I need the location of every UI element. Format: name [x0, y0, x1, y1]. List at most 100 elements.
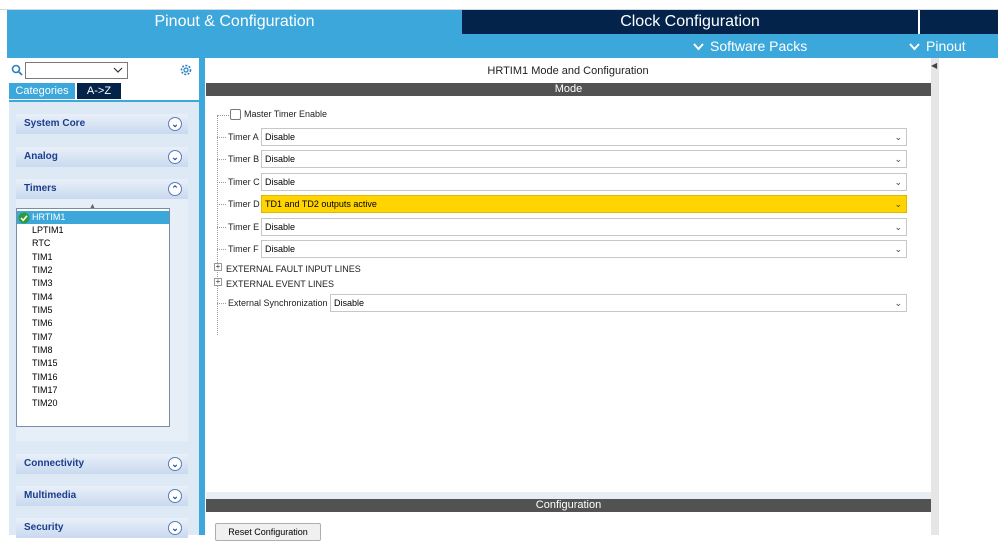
chevron-double-down-icon[interactable]: ⌄: [168, 521, 182, 535]
timer-f-value: Disable: [265, 244, 296, 254]
list-item-label: RTC: [32, 238, 51, 248]
search-input[interactable]: [25, 62, 128, 79]
timer-b-label: Timer B: [228, 154, 260, 164]
chevron-down-icon: ⌄: [894, 132, 902, 142]
scroll-up-icon[interactable]: ▲: [89, 203, 96, 210]
expand-plus-icon[interactable]: +: [214, 278, 222, 286]
list-item[interactable]: TIM17: [17, 384, 169, 397]
timer-d-select[interactable]: TD1 and TD2 outputs active ⌄: [261, 195, 907, 213]
collapse-arrow-icon[interactable]: ◀: [931, 60, 939, 72]
category-analog[interactable]: Analog ⌄: [16, 147, 188, 167]
timer-d-label: Timer D: [228, 199, 260, 209]
list-item[interactable]: TIM2: [17, 264, 169, 277]
chevron-down-icon: [113, 67, 123, 73]
splitter[interactable]: [206, 492, 931, 499]
chevron-down-icon: ⌄: [894, 199, 902, 209]
tree-line: [217, 227, 226, 228]
list-item[interactable]: TIM5: [17, 304, 169, 317]
timer-f-select[interactable]: Disable ⌄: [261, 240, 907, 258]
list-item[interactable]: TIM16: [17, 371, 169, 384]
timers-list[interactable]: ▲ HRTIM1 LPTIM1 RTC TIM1 TIM2 TIM3 TIM4 …: [16, 203, 170, 427]
tree-line: [217, 249, 226, 250]
chevron-down-icon: ⌄: [894, 177, 902, 187]
top-strip: [0, 0, 998, 10]
main-tab-bar: Pinout & Configuration Clock Configurati…: [7, 10, 998, 34]
master-timer-checkbox[interactable]: [230, 109, 241, 120]
category-label: Security: [24, 522, 64, 533]
tab-pinout-configuration[interactable]: Pinout & Configuration: [7, 10, 462, 34]
chevron-double-down-icon[interactable]: ⌄: [168, 489, 182, 503]
chevron-double-down-icon[interactable]: ⌄: [168, 150, 182, 164]
category-security[interactable]: Security ⌄: [16, 518, 188, 538]
timer-c-value: Disable: [265, 177, 296, 187]
category-label: Multimedia: [24, 490, 77, 501]
timer-e-value: Disable: [265, 222, 296, 232]
timer-b-value: Disable: [265, 154, 296, 164]
tree-line: [217, 159, 226, 160]
chevron-double-down-icon[interactable]: ⌄: [168, 457, 182, 471]
list-item[interactable]: HRTIM1: [17, 211, 169, 224]
page-title: HRTIM1 Mode and Configuration: [487, 65, 649, 77]
list-item-label: HRTIM1: [32, 212, 66, 222]
pinout-menu[interactable]: Pinout: [909, 38, 966, 55]
list-item-label: TIM17: [32, 385, 58, 395]
list-item-label: TIM20: [32, 398, 58, 408]
expand-plus-icon[interactable]: +: [214, 263, 222, 271]
software-packs-label: Software Packs: [710, 38, 808, 54]
tab-overflow[interactable]: [918, 10, 998, 34]
category-connectivity[interactable]: Connectivity ⌄: [16, 454, 188, 474]
ext-sync-select[interactable]: Disable ⌄: [330, 294, 907, 312]
timer-a-select[interactable]: Disable ⌄: [261, 128, 907, 146]
list-item[interactable]: TIM20: [17, 397, 169, 410]
category-label: Analog: [24, 151, 58, 162]
list-item[interactable]: TIM3: [17, 277, 169, 290]
chevron-down-icon: [909, 39, 920, 55]
category-system-core[interactable]: System Core ⌄: [16, 114, 188, 134]
search-row: [7, 62, 199, 80]
ext-sync-value: Disable: [334, 298, 365, 308]
tab-a-to-z[interactable]: A->Z: [77, 83, 121, 99]
list-item[interactable]: TIM6: [17, 317, 169, 330]
tree-line: [217, 303, 226, 304]
main-panel: HRTIM1 Mode and Configuration Mode Maste…: [205, 58, 931, 541]
category-multimedia[interactable]: Multimedia ⌄: [16, 486, 188, 506]
reset-configuration-button[interactable]: Reset Configuration: [215, 523, 321, 541]
list-item[interactable]: TIM4: [17, 291, 169, 304]
chevron-down-icon: ⌄: [894, 298, 902, 308]
list-item[interactable]: TIM7: [17, 331, 169, 344]
timer-b-select[interactable]: Disable ⌄: [261, 150, 907, 168]
ext-sync-label: External Synchronization: [228, 298, 328, 308]
mode-area: Master Timer Enable Timer A Disable ⌄ Ti…: [206, 97, 931, 492]
list-item-label: TIM16: [32, 372, 58, 382]
event-lines-label[interactable]: EXTERNAL EVENT LINES: [226, 279, 334, 289]
software-packs-menu[interactable]: Software Packs: [693, 38, 807, 55]
category-label: Connectivity: [24, 458, 85, 469]
list-item[interactable]: RTC: [17, 237, 169, 250]
tab-clock-configuration[interactable]: Clock Configuration: [462, 10, 918, 34]
list-item[interactable]: LPTIM1: [17, 224, 169, 237]
list-item[interactable]: TIM1: [17, 251, 169, 264]
fault-lines-label[interactable]: EXTERNAL FAULT INPUT LINES: [226, 264, 361, 274]
timer-e-select[interactable]: Disable ⌄: [261, 218, 907, 236]
timer-d-value: TD1 and TD2 outputs active: [265, 199, 377, 209]
right-gutter: [931, 58, 998, 535]
mode-section-header: Mode: [206, 83, 931, 96]
list-item[interactable]: TIM15: [17, 357, 169, 370]
timer-c-label: Timer C: [228, 177, 260, 187]
left-panel: Categories A->Z System Core ⌄ Analog ⌄ T…: [7, 58, 199, 538]
configuration-section-header: Configuration: [206, 499, 931, 512]
tab-categories[interactable]: Categories: [9, 83, 75, 99]
sub-menu-bar: Software Packs Pinout: [7, 34, 998, 58]
list-item-label: TIM8: [32, 345, 53, 355]
timer-a-value: Disable: [265, 132, 296, 142]
search-icon[interactable]: [11, 64, 23, 76]
timer-a-label: Timer A: [228, 132, 259, 142]
right-scrollbar[interactable]: [931, 58, 939, 535]
chevron-double-down-icon[interactable]: ⌄: [168, 117, 182, 131]
gear-icon[interactable]: [179, 63, 193, 77]
list-item[interactable]: TIM8: [17, 344, 169, 357]
chevron-down-icon: ⌄: [894, 244, 902, 254]
timer-c-select[interactable]: Disable ⌄: [261, 173, 907, 191]
category-timers[interactable]: Timers ⌃: [16, 179, 188, 199]
chevron-double-up-icon[interactable]: ⌃: [168, 182, 182, 196]
